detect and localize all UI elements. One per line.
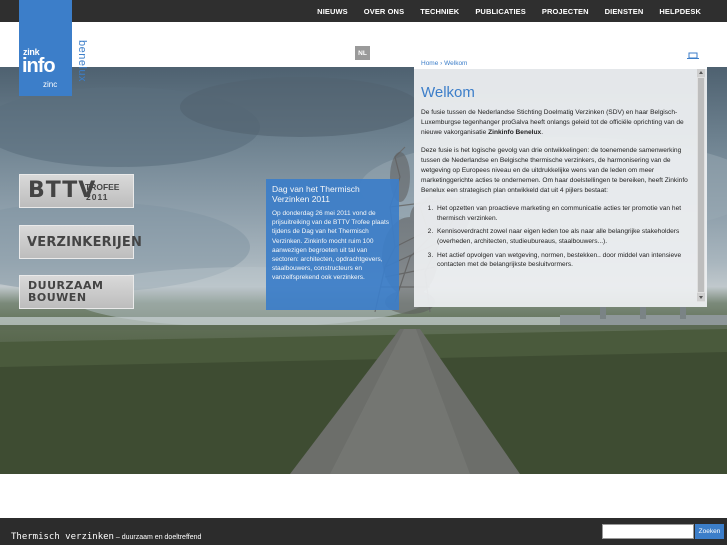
news-title: Dag van het Thermisch Verzinken 2011 <box>272 184 360 204</box>
page: NIEUWS OVER ONS TECHNIEK PUBLICATIES PRO… <box>0 0 727 545</box>
verzinkerijen-label: VERZINKERIJEN <box>27 235 143 250</box>
breadcrumb[interactable]: Home › Welkom <box>414 59 707 69</box>
logo-zinc-text: zinc <box>43 80 58 89</box>
logo-benelux-text: benelux <box>76 40 88 83</box>
content-scrollbar[interactable] <box>697 69 705 302</box>
arrow-up-icon <box>699 71 703 74</box>
nav-item-publicaties[interactable]: PUBLICATIES <box>467 7 534 16</box>
trofee-label: TROFEE <box>85 182 120 192</box>
p1-bold: Zinkinfo Benelux <box>488 128 542 136</box>
nav-item-projecten[interactable]: PROJECTEN <box>534 7 597 16</box>
nav-item-techniek[interactable]: TECHNIEK <box>412 7 467 16</box>
duurzaam-bouwen-label: DUURZAAM BOUWEN <box>28 280 103 304</box>
trofee-year-label: 2011 <box>86 192 109 202</box>
scroll-down-button[interactable] <box>697 293 705 301</box>
bttv-trofee-button[interactable]: BTTV TROFEE 2011 <box>19 174 134 208</box>
footer-tagline: Thermisch verzinken – duurzaam en doeltr… <box>11 526 201 544</box>
content-panel: Welkom De fusie tussen de Nederlandse St… <box>414 69 707 307</box>
tagline-sub: – duurzaam en doeltreffend <box>113 534 202 541</box>
top-nav-bar: NIEUWS OVER ONS TECHNIEK PUBLICATIES PRO… <box>0 0 727 22</box>
list-item: Het actief opvolgen van wetgeving, norme… <box>435 251 696 271</box>
zinkinfo-logo[interactable]: zink info zinc <box>19 0 72 96</box>
list-item: Kennisoverdracht zowel naar eigen leden … <box>435 227 696 247</box>
duurzaam-line2: BOUWEN <box>28 291 87 304</box>
arrow-down-icon <box>699 296 703 299</box>
content-paragraph-1: De fusie tussen de Nederlandse Stichting… <box>421 108 696 137</box>
search-button[interactable]: Zoeken <box>695 524 724 539</box>
main-navigation: NIEUWS OVER ONS TECHNIEK PUBLICATIES PRO… <box>309 0 709 22</box>
nav-item-nieuws[interactable]: NIEUWS <box>309 7 356 16</box>
nav-item-diensten[interactable]: DIENSTEN <box>597 7 652 16</box>
news-box[interactable]: Dag van het Thermisch Verzinken 2011 Op … <box>266 179 399 310</box>
pillars-list: Het opzetten van proactieve marketing en… <box>421 204 696 270</box>
scroll-thumb[interactable] <box>698 78 704 292</box>
page-title: Welkom <box>421 84 475 101</box>
scroll-up-button[interactable] <box>697 69 705 77</box>
content-paragraph-2: Deze fusie is het logische gevolg van dr… <box>421 147 688 194</box>
p1-end: . <box>541 128 544 136</box>
news-text: Op donderdag 26 mei 2011 vond de prijsui… <box>272 210 390 282</box>
nav-item-helpdesk[interactable]: HELPDESK <box>651 7 709 16</box>
nav-item-over-ons[interactable]: OVER ONS <box>356 7 412 16</box>
language-nl-button[interactable]: NL <box>355 46 370 60</box>
p1-text: De fusie tussen de Nederlandse Stichting… <box>421 109 684 136</box>
duurzaam-bouwen-button[interactable]: DUURZAAM BOUWEN <box>19 275 134 309</box>
logo-info-text: info <box>22 55 56 77</box>
list-item: Het opzetten van proactieve marketing en… <box>435 204 696 224</box>
content-scroll-area: Welkom De fusie tussen de Nederlandse St… <box>421 69 696 307</box>
search-input[interactable] <box>602 524 694 539</box>
tagline-main: Thermisch verzinken <box>11 532 114 542</box>
verzinkerijen-button[interactable]: VERZINKERIJEN <box>19 225 142 259</box>
